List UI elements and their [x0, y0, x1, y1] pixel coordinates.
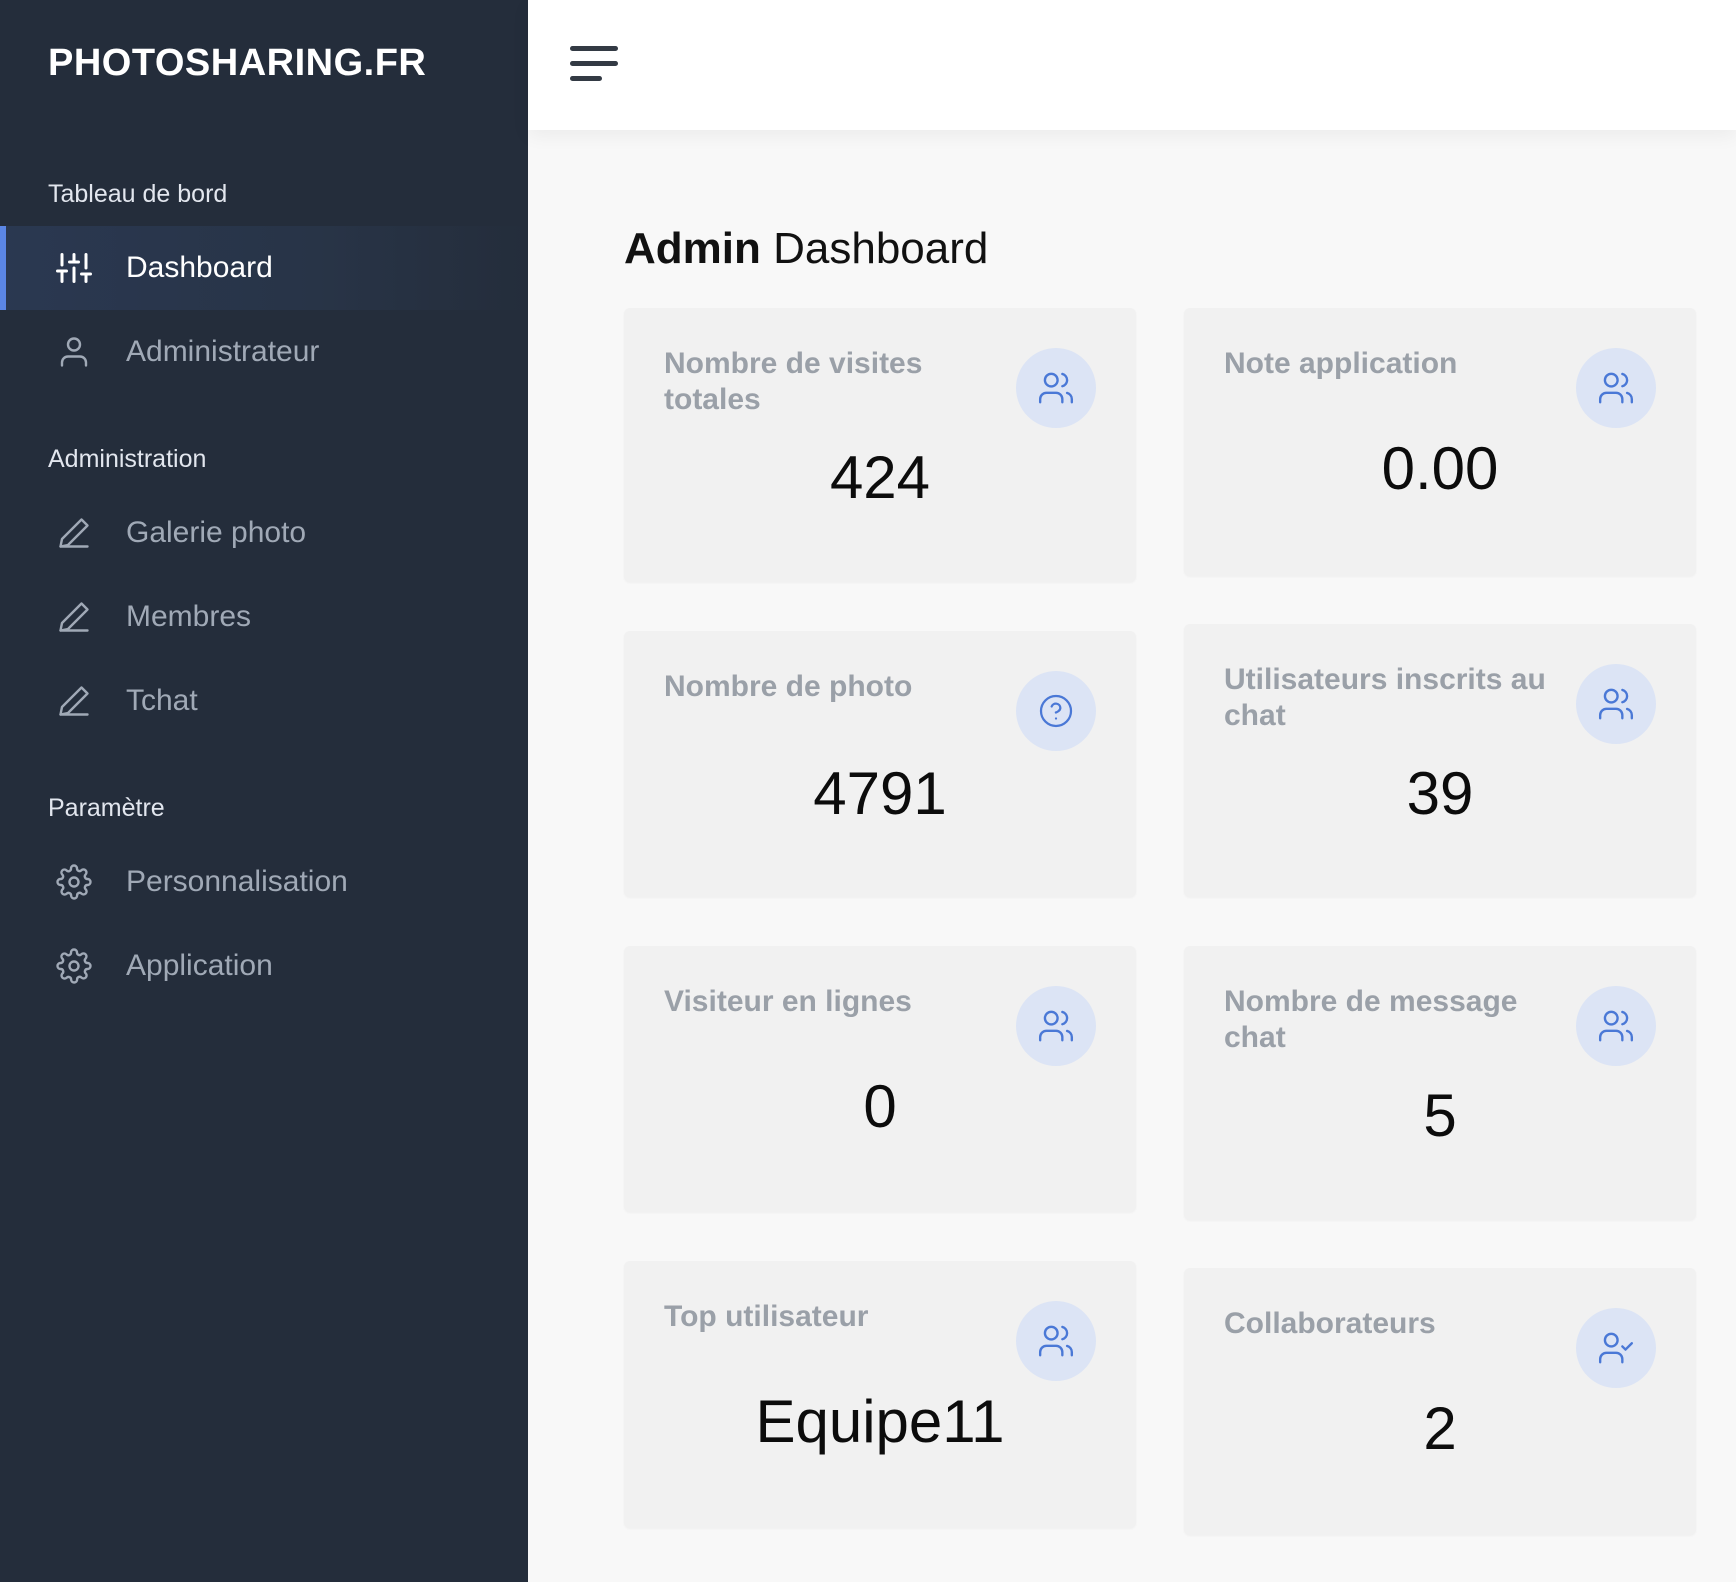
sidebar-item-tchat[interactable]: Tchat: [0, 659, 528, 743]
sidebar-item-application[interactable]: Application: [0, 924, 528, 1008]
page-title: Admin Dashboard: [624, 224, 988, 274]
card-title: Note application: [1224, 347, 1458, 380]
sidebar-item-label: Personnalisation: [126, 865, 348, 898]
sidebar-item-label: Administrateur: [126, 335, 320, 368]
user-icon: [60, 337, 88, 367]
card-value: 2: [1423, 1395, 1457, 1462]
card-title: Nombre de photo: [664, 670, 913, 703]
pencil-icon: [59, 518, 89, 548]
card-value: 424: [829, 444, 931, 511]
stat-card-inscrits-chat: Utilisateurs inscrits au chat 39: [1184, 624, 1696, 897]
section-label-parametre: Paramètre: [48, 794, 165, 822]
card-title: Utilisateurs inscrits au chat: [1224, 663, 1546, 732]
card-value: 5: [1423, 1082, 1457, 1149]
section-label-administration: Administration: [48, 445, 207, 473]
sidebar-item-label: Application: [126, 949, 273, 982]
page-title-rest: Dashboard: [760, 224, 989, 273]
card-title: Visiteur en lignes: [664, 985, 912, 1018]
menu-toggle-icon[interactable]: [570, 44, 622, 84]
users-icon: [1576, 986, 1656, 1066]
sidebar-item-administrateur[interactable]: Administrateur: [0, 310, 528, 394]
card-value: 0.00: [1381, 435, 1499, 502]
top-bar: [528, 0, 1736, 130]
sidebar-item-galerie-photo[interactable]: Galerie photo: [0, 491, 528, 575]
sidebar-item-label: Dashboard: [126, 251, 273, 284]
card-title: Nombre de visites totales: [664, 347, 923, 416]
users-icon: [1016, 1301, 1096, 1381]
sidebar-item-dashboard[interactable]: Dashboard: [0, 226, 528, 310]
brand-logo[interactable]: PHOTOSHARING.FR: [48, 42, 426, 85]
card-title: Nombre de message chat: [1224, 985, 1518, 1054]
card-value: 4791: [813, 760, 947, 827]
sidebar-item-label: Tchat: [126, 684, 198, 717]
sidebar-item-membres[interactable]: Membres: [0, 575, 528, 659]
gear-icon: [56, 864, 92, 900]
sidebar-item-label: Galerie photo: [126, 516, 307, 549]
sidebar-item-label: Membres: [126, 600, 252, 633]
sidebar: PHOTOSHARING.FR Tableau de bord Dashboar…: [0, 0, 528, 1582]
card-title: Top utilisateur: [664, 1300, 869, 1333]
card-value: 0: [863, 1073, 897, 1140]
users-icon: [1576, 664, 1656, 744]
stat-card-top-utilisateur: Top utilisateur Equipe11: [624, 1261, 1136, 1528]
stat-card-visites: Nombre de visites totales 424: [624, 308, 1136, 582]
user-check-icon: [1576, 1308, 1656, 1388]
users-icon: [1016, 986, 1096, 1066]
card-title: Collaborateurs: [1224, 1307, 1436, 1340]
card-value: Equipe11: [755, 1388, 1005, 1455]
sidebar-item-personnalisation[interactable]: Personnalisation: [0, 840, 528, 924]
stat-card-messages-chat: Nombre de message chat 5: [1184, 946, 1696, 1220]
section-label-tableau-de-bord: Tableau de bord: [48, 180, 228, 208]
pencil-icon: [59, 686, 89, 716]
page-title-bold: Admin: [624, 224, 761, 273]
gear-icon: [56, 948, 92, 984]
stat-card-photo: Nombre de photo 4791: [624, 631, 1136, 897]
stat-card-visiteur-en-ligne: Visiteur en lignes 0: [624, 946, 1136, 1212]
users-icon: [1016, 348, 1096, 428]
stat-card-collaborateurs: Collaborateurs 2: [1184, 1268, 1696, 1535]
sliders-icon: [56, 253, 92, 283]
pencil-icon: [59, 602, 89, 632]
help-circle-icon: [1016, 671, 1096, 751]
users-icon: [1576, 348, 1656, 428]
stat-card-note: Note application 0.00: [1184, 308, 1696, 576]
card-value: 39: [1406, 760, 1474, 827]
